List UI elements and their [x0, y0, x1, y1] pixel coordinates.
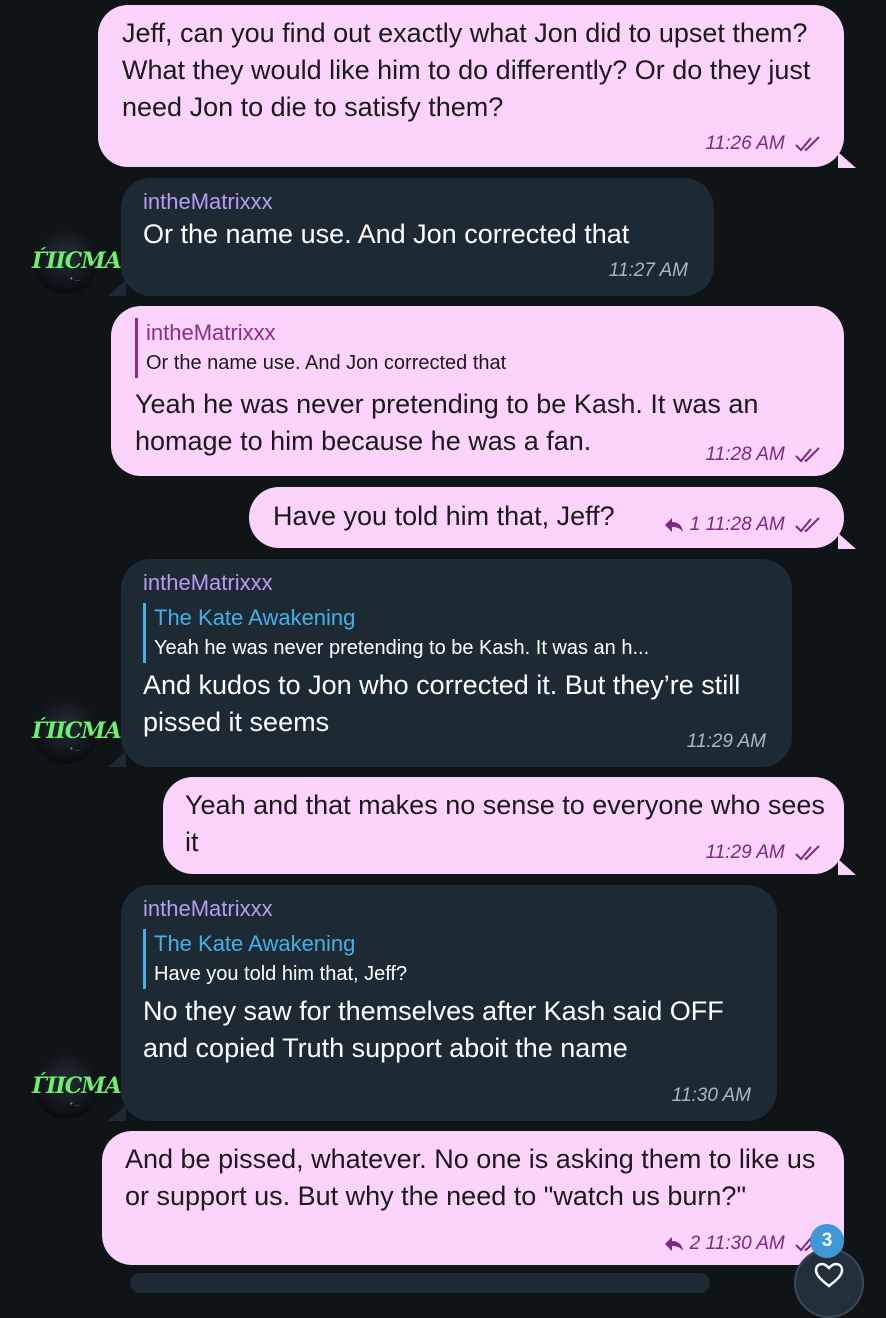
message-time: 11:26 AM — [705, 133, 785, 154]
avatar-logo: ЃIIСMA — [32, 718, 122, 744]
reply-quote[interactable]: The Kate Awakening Have you told him tha… — [143, 929, 755, 989]
unread-badge[interactable]: 3 — [810, 1224, 844, 1258]
message-meta: 11:29 AM — [706, 842, 823, 864]
double-check-icon — [795, 517, 820, 533]
bubble-tail — [838, 152, 856, 168]
message-time: 11:28 AM — [705, 444, 785, 465]
message-meta: 1 11:28 AM — [664, 514, 822, 536]
message-bubble[interactable]: Yeah and that makes no sense to everyone… — [163, 777, 844, 874]
message-bubble[interactable]: And be pissed, whatever. No one is askin… — [102, 1131, 844, 1265]
bubble-tail — [108, 280, 126, 296]
avatar[interactable]: ЃIIСMA • .. — [32, 230, 122, 294]
message-meta: 2 11:30 AM — [664, 1233, 822, 1255]
message-text: Jeff, can you find out exactly what Jon … — [122, 18, 811, 122]
message-meta: 11:28 AM — [706, 444, 823, 466]
message-text: No they saw for themselves after Kash sa… — [143, 996, 724, 1063]
message-bubble[interactable]: Jeff, can you find out exactly what Jon … — [98, 5, 844, 167]
double-check-icon — [795, 845, 820, 861]
message-bubble[interactable]: Have you told him that, Jeff? 1 11:28 AM — [249, 487, 844, 548]
reply-quote[interactable]: The Kate Awakening Yeah he was never pre… — [143, 603, 770, 663]
reply-count[interactable]: 1 — [690, 514, 701, 535]
reaction-button[interactable] — [794, 1248, 864, 1318]
avatar[interactable]: ЃIIСMA • .. — [32, 1055, 122, 1119]
quote-sender: The Kate Awakening — [154, 931, 356, 956]
reply-arrow-icon — [665, 517, 684, 532]
double-check-icon — [795, 447, 820, 463]
avatar-logo: ЃIIСMA — [32, 1073, 122, 1099]
message-time: 11:30 AM — [671, 1085, 751, 1106]
avatar-dots: • .. — [70, 274, 80, 283]
message-meta: 11:26 AM — [706, 133, 823, 155]
next-message-bubble[interactable] — [130, 1273, 710, 1293]
quote-sender: The Kate Awakening — [154, 605, 356, 630]
message-text: Or the name use. And Jon corrected that — [143, 219, 630, 249]
quote-text: Yeah he was never pretending to be Kash.… — [154, 637, 650, 659]
message-bubble[interactable]: intheMatrixxx The Kate Awakening Yeah he… — [121, 559, 792, 767]
avatar[interactable]: ЃIIСMA • .. — [32, 700, 122, 764]
sender-name[interactable]: intheMatrixxx — [143, 895, 755, 923]
bubble-tail — [838, 859, 856, 875]
double-check-icon — [795, 136, 820, 152]
message-bubble[interactable]: intheMatrixxx The Kate Awakening Have yo… — [121, 885, 777, 1121]
reply-count[interactable]: 2 — [690, 1233, 701, 1254]
quote-text: Have you told him that, Jeff? — [154, 963, 408, 985]
sender-name[interactable]: intheMatrixxx — [143, 188, 692, 216]
message-time: 11:29 AM — [705, 842, 785, 863]
message-time: 11:30 AM — [705, 1233, 785, 1254]
quote-sender: intheMatrixxx — [146, 320, 276, 345]
bubble-tail — [108, 751, 126, 767]
bubble-tail — [108, 1105, 126, 1121]
avatar-dots: • .. — [70, 1099, 80, 1108]
message-bubble[interactable]: intheMatrixxx Or the name use. And Jon c… — [121, 178, 714, 296]
avatar-dots: • .. — [70, 744, 80, 753]
reply-arrow-icon — [665, 1236, 684, 1251]
sender-name[interactable]: intheMatrixxx — [143, 569, 770, 597]
message-bubble[interactable]: intheMatrixxx Or the name use. And Jon c… — [111, 306, 844, 476]
message-text: And be pissed, whatever. No one is askin… — [125, 1144, 816, 1211]
heart-icon — [814, 1262, 844, 1288]
message-time: 11:28 AM — [705, 514, 785, 535]
quote-text: Or the name use. And Jon corrected that — [146, 352, 507, 374]
reply-quote[interactable]: intheMatrixxx Or the name use. And Jon c… — [135, 318, 820, 378]
message-text: And kudos to Jon who corrected it. But t… — [143, 670, 741, 737]
avatar-logo: ЃIIСMA — [32, 248, 122, 274]
bubble-tail — [838, 533, 856, 549]
message-time: 11:29 AM — [686, 731, 766, 752]
message-time: 11:27 AM — [608, 260, 688, 281]
